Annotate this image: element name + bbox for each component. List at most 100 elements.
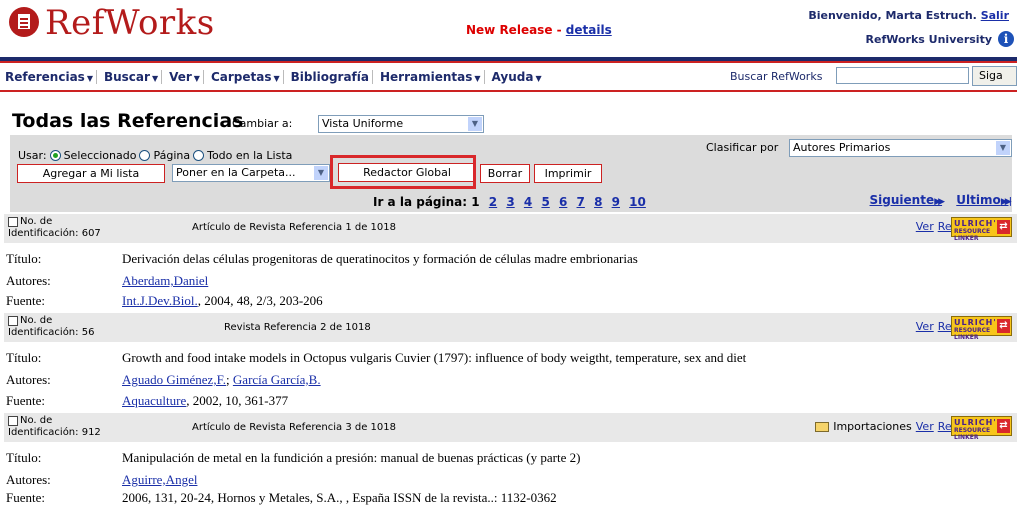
- source-label: Fuente:: [6, 490, 45, 505]
- chevron-down-icon: ▼: [474, 73, 481, 83]
- view-select-value: Vista Uniforme: [322, 117, 404, 130]
- menu-label: Bibliografía: [290, 69, 369, 84]
- ulrichs-linker-button[interactable]: ULRICH'S RESOURCE LINKER ⇄: [951, 416, 1012, 441]
- search-button[interactable]: Siga: [972, 66, 1017, 86]
- use-options: Usar: Seleccionado Página Todo en la Lis…: [18, 149, 292, 162]
- record-authors: Aguirre,Angel: [122, 472, 197, 488]
- chevron-down-icon: ▼: [314, 166, 328, 180]
- menu-ver[interactable]: Ver ▼: [162, 69, 204, 84]
- page-link[interactable]: 4: [524, 195, 532, 209]
- page-link[interactable]: 3: [506, 195, 514, 209]
- source-link[interactable]: Aquaculture: [122, 393, 186, 408]
- menu-herramientas[interactable]: Herramientas ▼: [373, 69, 485, 84]
- menu-label: Referencias: [5, 69, 85, 84]
- view-link[interactable]: Ver: [916, 420, 934, 433]
- page-link[interactable]: 7: [577, 195, 585, 209]
- print-button[interactable]: Imprimir: [534, 164, 602, 183]
- title-label: Título:: [6, 251, 42, 266]
- chevron-down-icon: ▼: [151, 73, 159, 83]
- menu-bibliografia[interactable]: Bibliografía: [284, 69, 373, 84]
- details-link[interactable]: details: [566, 23, 612, 37]
- radio-label: Seleccionado: [63, 149, 137, 162]
- page-link[interactable]: 9: [612, 195, 620, 209]
- page-link[interactable]: 8: [594, 195, 602, 209]
- info-icon[interactable]: i: [998, 31, 1014, 47]
- view-link[interactable]: Ver: [916, 320, 934, 333]
- author-link[interactable]: Aguado Giménez,F.: [122, 372, 226, 387]
- id-value: 912: [81, 427, 101, 438]
- sort-select-value: Autores Primarios: [793, 141, 891, 154]
- record-title: Manipulación de metal en la fundición a …: [122, 450, 581, 465]
- source-details: 2006, 131, 20-24, Hornos y Metales, S.A.…: [122, 490, 557, 505]
- record-authors: Aguado Giménez,F.; García García,B.: [122, 372, 321, 387]
- menu-buscar[interactable]: Buscar ▼: [97, 69, 163, 84]
- menu-carpetas[interactable]: Carpetas ▼: [204, 69, 284, 84]
- chevron-down-icon: ▼: [193, 73, 200, 83]
- last-arrow-icon: ▶▶|: [1000, 197, 1012, 207]
- sort-select[interactable]: Autores Primarios ▼: [789, 139, 1012, 157]
- page-link[interactable]: 5: [541, 195, 549, 209]
- record-header: [4, 214, 1017, 243]
- delete-button[interactable]: Borrar: [480, 164, 530, 183]
- next-arrow-icon: ▶▶: [934, 197, 945, 207]
- page-link[interactable]: 10: [629, 195, 646, 209]
- authors-label: Autores:: [6, 472, 51, 487]
- add-to-my-list-button[interactable]: Agregar a Mi lista: [17, 164, 165, 183]
- id-label: Identificación:: [8, 228, 79, 239]
- ulrichs-linker-button[interactable]: ULRICH'S RESOURCE LINKER ⇄: [951, 217, 1012, 242]
- source-details: , 2004, 48, 2/3, 203-206: [197, 293, 323, 308]
- welcome-message: Bienvenido, Marta Estruch. Salir: [808, 9, 1009, 22]
- record-type: Revista Referencia 2 de 1018: [224, 322, 371, 333]
- last-page-link[interactable]: Ultimo ▶▶|: [956, 193, 1012, 207]
- author-link[interactable]: Aguirre,Angel: [122, 472, 197, 487]
- next-label: Siguiente: [869, 193, 935, 207]
- last-label: Ultimo: [956, 193, 1001, 207]
- record-id-prefix: No. de: [20, 315, 53, 326]
- refworks-university: RefWorks University i: [866, 31, 1014, 47]
- next-page-link[interactable]: Siguiente ▶▶: [869, 193, 946, 207]
- menu-referencias[interactable]: Referencias ▼: [0, 69, 97, 84]
- document-icon: [18, 14, 30, 29]
- menu-label: Ver: [169, 69, 192, 84]
- folder-select[interactable]: Poner en la Carpeta... ▼: [172, 164, 330, 182]
- record-source: 2006, 131, 20-24, Hornos y Metales, S.A.…: [122, 490, 557, 506]
- record-checkbox[interactable]: [8, 316, 18, 326]
- record-checkbox[interactable]: [8, 217, 18, 227]
- radio-label: Todo en la Lista: [207, 149, 293, 162]
- author-link[interactable]: Aberdam,Daniel: [122, 273, 208, 288]
- menu-divider: [0, 90, 1017, 92]
- menu-ayuda[interactable]: Ayuda ▼: [485, 70, 545, 84]
- chevron-down-icon: ▼: [996, 141, 1010, 155]
- radio-pagina[interactable]: [139, 150, 151, 161]
- chevron-down-icon: ▼: [535, 73, 542, 83]
- record-checkbox[interactable]: [8, 416, 18, 426]
- search-input[interactable]: [836, 67, 969, 84]
- view-select[interactable]: Vista Uniforme ▼: [318, 115, 484, 133]
- next-last-links: Siguiente ▶▶ Ultimo ▶▶|: [860, 193, 1013, 207]
- id-label: Identificación:: [8, 427, 79, 438]
- authors-label: Autores:: [6, 273, 51, 288]
- ulrich-arrow-icon: ⇄: [997, 319, 1010, 333]
- record-id: Identificación: 607: [8, 228, 101, 239]
- highlight-box: [330, 155, 476, 189]
- page-title: Todas las Referencias: [12, 110, 244, 132]
- current-page: 1: [471, 195, 480, 209]
- record-id-prefix: No. de: [20, 216, 53, 227]
- record-type: Artículo de Revista Referencia 3 de 1018: [192, 422, 396, 433]
- page-link[interactable]: 6: [559, 195, 567, 209]
- menu-label: Herramientas: [379, 69, 473, 84]
- folder-select-value: Poner en la Carpeta...: [176, 166, 296, 179]
- ulrichs-linker-button[interactable]: ULRICH'S RESOURCE LINKER ⇄: [951, 316, 1012, 341]
- source-details: , 2002, 10, 361-377: [186, 393, 289, 408]
- radio-todo[interactable]: [193, 150, 205, 161]
- logout-link[interactable]: Salir: [981, 9, 1009, 22]
- goto-label: Ir a la página:: [373, 195, 468, 209]
- chevron-down-icon: ▼: [86, 73, 93, 83]
- source-label: Fuente:: [6, 293, 45, 308]
- source-link[interactable]: Int.J.Dev.Biol.: [122, 293, 198, 308]
- author-link[interactable]: García García,B.: [233, 372, 321, 387]
- radio-seleccionado[interactable]: [49, 150, 61, 161]
- source-label: Fuente:: [6, 393, 45, 408]
- view-link[interactable]: Ver: [916, 220, 934, 233]
- page-link[interactable]: 2: [489, 195, 497, 209]
